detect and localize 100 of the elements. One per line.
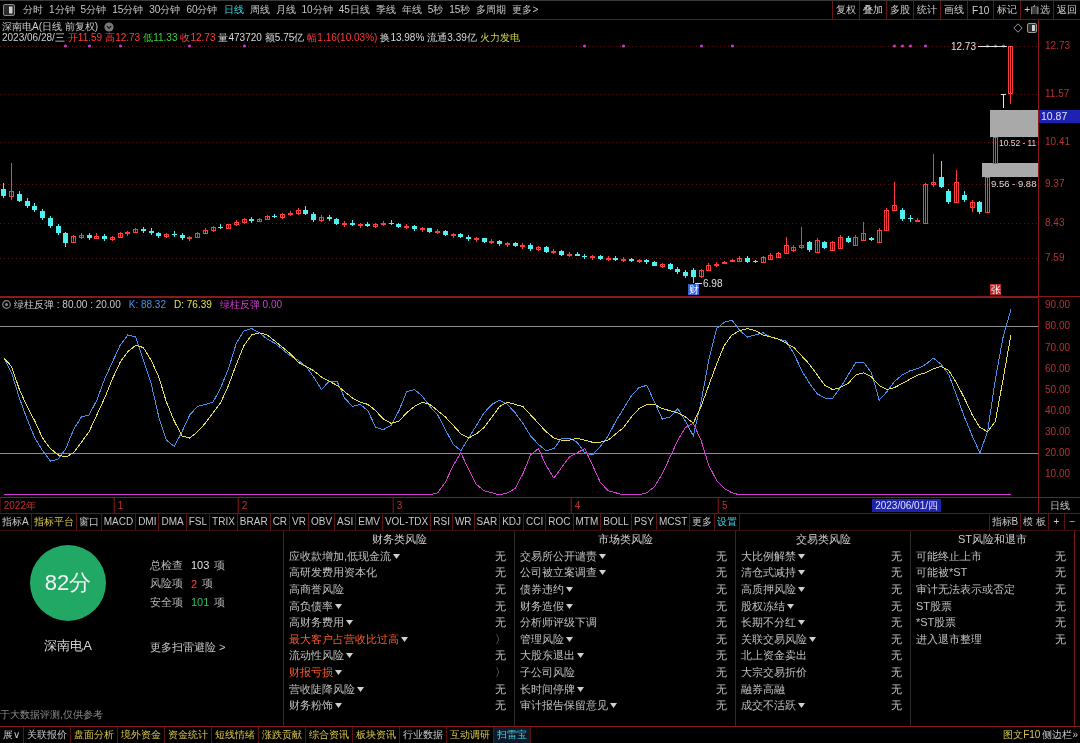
period-tab[interactable]: 45日线 (335, 1, 373, 19)
bottom-tab[interactable]: 涨跌贡献 (259, 727, 307, 743)
risk-item[interactable]: 大比例解禁 (741, 548, 796, 564)
risk-result[interactable]: 〉 (495, 664, 506, 680)
circle-icon[interactable] (2, 300, 11, 309)
indicator-tab[interactable]: − (1064, 514, 1080, 530)
risk-item[interactable]: 交易所公开谴责 (520, 548, 597, 564)
bottom-tab[interactable]: 关联报价 (24, 727, 72, 743)
risk-item[interactable]: 高财务费用 (289, 615, 344, 631)
indicator-tab[interactable]: MTM (573, 514, 602, 530)
event-tag[interactable]: 财 (688, 284, 699, 295)
caret-down-icon[interactable] (335, 669, 342, 675)
indicator-tab[interactable]: 指标B (988, 514, 1021, 530)
indicator-tab[interactable]: FSL (186, 514, 211, 530)
risk-item[interactable]: 长期不分红 (741, 615, 796, 631)
indicator-tab[interactable]: 更多 (690, 514, 716, 530)
risk-item[interactable]: 流动性风险 (289, 648, 344, 664)
period-tab[interactable]: 季线 (372, 1, 399, 19)
indicator-tab[interactable]: 指标A (0, 514, 32, 530)
indicator-tab[interactable]: CR (270, 514, 291, 530)
indicator-tab[interactable]: + (1048, 514, 1064, 530)
risk-item[interactable]: 管理风险 (520, 631, 564, 647)
bottom-tab[interactable]: 盘面分析 (71, 727, 119, 743)
indicator-tab[interactable]: OBV (309, 514, 336, 530)
indicator-tab[interactable]: EMV (356, 514, 383, 530)
toolbar-button[interactable]: F10 (967, 1, 994, 19)
caret-down-icon[interactable] (798, 620, 805, 626)
toolbar-button[interactable]: 多股 (886, 1, 914, 19)
caret-down-icon[interactable] (787, 603, 794, 609)
caret-down-icon[interactable] (577, 653, 584, 659)
period-tab[interactable]: 5分钟 (77, 1, 110, 19)
caret-down-icon[interactable] (599, 570, 606, 576)
bottom-tab[interactable]: 资金统计 (165, 727, 213, 743)
side-link[interactable]: 侧边栏» (1042, 728, 1078, 742)
toolbar-button[interactable]: 画线 (940, 1, 968, 19)
indicator-tab[interactable]: BOLL (601, 514, 632, 530)
risk-item[interactable]: 最大客户占营收比过高 (289, 631, 399, 647)
caret-down-icon[interactable] (566, 587, 573, 592)
risk-item[interactable]: 公司被立案调查 (520, 565, 597, 581)
indicator-tab[interactable]: KDJ (500, 514, 525, 530)
caret-down-icon[interactable] (346, 620, 353, 626)
caret-down-icon[interactable] (599, 553, 606, 559)
indicator-tab[interactable]: ROC (546, 514, 574, 530)
indicator-tab[interactable]: RSI (431, 514, 453, 530)
indicator-tab[interactable]: VOL-TDX (382, 514, 432, 530)
risk-item[interactable]: 审计报告保留意见 (520, 698, 608, 714)
side-link[interactable]: 图文F10 (1003, 728, 1041, 742)
risk-result[interactable]: 〉 (495, 631, 506, 647)
caret-down-icon[interactable] (798, 570, 805, 576)
caret-down-icon[interactable] (809, 636, 816, 642)
indicator-tab[interactable]: TRIX (210, 514, 238, 530)
indicator-tab[interactable]: DMI (136, 514, 160, 530)
bottom-tab[interactable]: 短线情绪 (212, 727, 260, 743)
risk-item[interactable]: 财务粉饰 (289, 698, 333, 714)
caret-down-icon[interactable] (401, 636, 408, 642)
caret-down-icon[interactable] (798, 553, 805, 559)
period-tab[interactable]: 15秒 (446, 1, 474, 19)
risk-item[interactable]: 应收款增加,低现金流 (289, 548, 392, 564)
period-tab[interactable]: 5秒 (424, 1, 447, 19)
caret-down-icon[interactable] (393, 553, 401, 559)
period-tab[interactable]: 年线 (398, 1, 425, 19)
period-tab[interactable]: 更多> (509, 1, 542, 19)
period-tab[interactable]: 分时 (20, 1, 46, 19)
indicator-tab[interactable]: MACD (101, 514, 137, 530)
indicator-tab[interactable]: 窗口 (76, 514, 102, 530)
caret-down-icon[interactable] (566, 636, 573, 642)
toolbar-button[interactable]: 叠加 (859, 1, 887, 19)
indicator-tab[interactable]: DMA (159, 514, 187, 530)
indicator-tab[interactable]: 设置 (715, 514, 741, 530)
bottom-tab[interactable]: 综合资讯 (306, 727, 354, 743)
risk-item[interactable]: 关联交易风险 (741, 631, 807, 647)
risk-item[interactable]: 财报亏损 (289, 664, 333, 680)
period-tab[interactable]: 10分钟 (298, 1, 336, 19)
indicator-tab[interactable]: SAR (474, 514, 501, 530)
indicator-tab[interactable]: VR (290, 514, 309, 530)
risk-item[interactable]: 高负债率 (289, 598, 333, 614)
risk-item[interactable]: 成交不活跃 (741, 698, 796, 714)
caret-down-icon[interactable] (335, 603, 342, 609)
bottom-tab[interactable]: 行业数据 (400, 727, 448, 743)
risk-item[interactable]: 长时间停牌 (520, 681, 575, 697)
risk-item[interactable]: 大股东退出 (520, 648, 575, 664)
bottom-tab[interactable]: 扫雷宝 (494, 727, 532, 743)
risk-item[interactable]: 高质押风险 (741, 582, 796, 597)
period-tab[interactable]: 多周期 (473, 1, 510, 19)
period-tab[interactable]: 日线 (220, 1, 247, 19)
caret-down-icon[interactable] (335, 703, 342, 709)
period-tab[interactable]: 周线 (246, 1, 273, 19)
risk-item[interactable]: 财务造假 (520, 598, 564, 614)
indicator-tab[interactable]: ASI (335, 514, 357, 530)
panel-icon[interactable] (1027, 23, 1037, 33)
bottom-tab[interactable]: 板块资讯 (353, 727, 401, 743)
indicator-tab[interactable]: PSY (631, 514, 657, 530)
period-tab[interactable]: 月线 (272, 1, 299, 19)
caret-down-icon[interactable] (798, 703, 805, 709)
toolbar-button[interactable]: 统计 (913, 1, 941, 19)
period-tab[interactable]: 1分钟 (46, 1, 78, 19)
toolbar-button[interactable]: +自选 (1020, 1, 1053, 19)
window-icon[interactable] (3, 4, 15, 16)
indicator-tab[interactable]: WR (452, 514, 475, 530)
indicator-tab[interactable]: BRAR (237, 514, 271, 530)
